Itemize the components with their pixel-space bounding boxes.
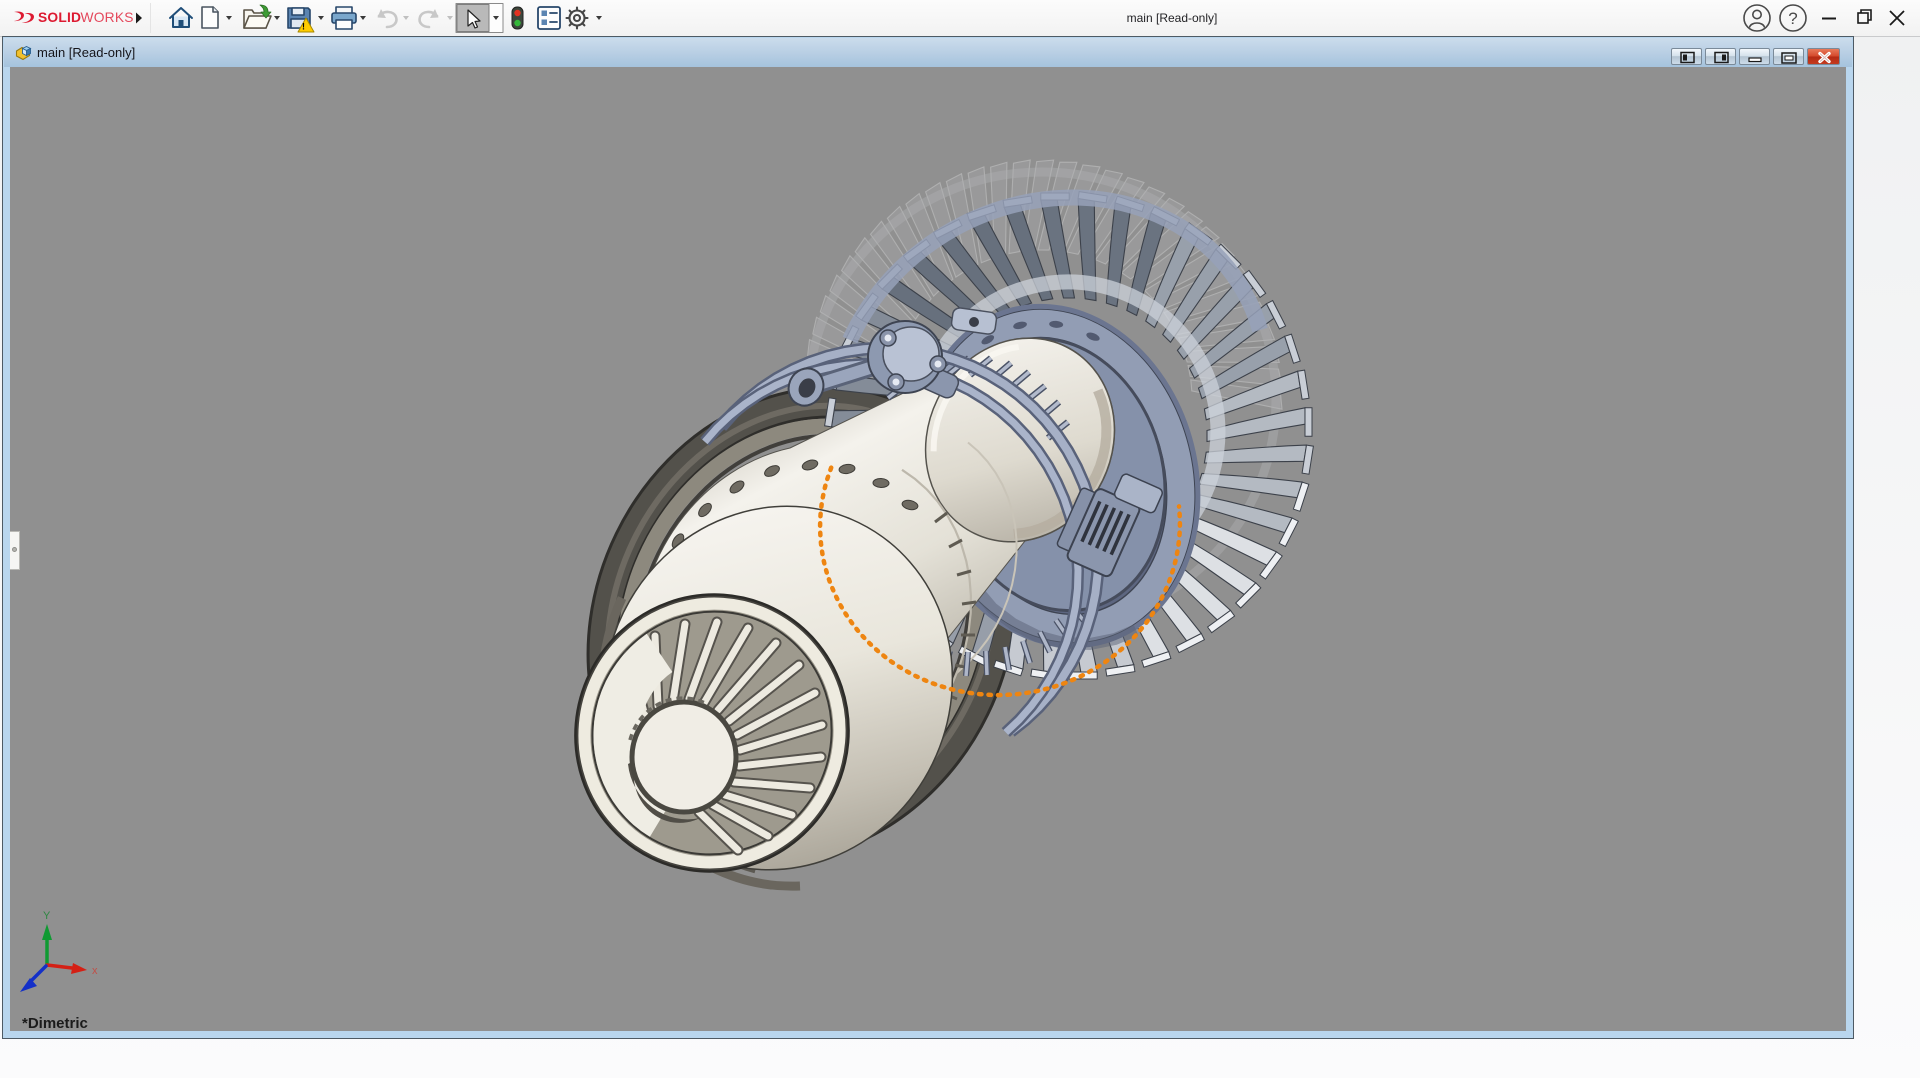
svg-text:Y: Y xyxy=(43,910,51,922)
svg-text:*Dimetric: *Dimetric xyxy=(22,1015,88,1031)
svg-text:!: ! xyxy=(302,22,305,32)
svg-text:WORKS: WORKS xyxy=(81,10,134,25)
svg-text:?: ? xyxy=(1788,9,1797,28)
svg-text:x: x xyxy=(92,965,98,977)
svg-text:SOLID: SOLID xyxy=(38,10,81,25)
